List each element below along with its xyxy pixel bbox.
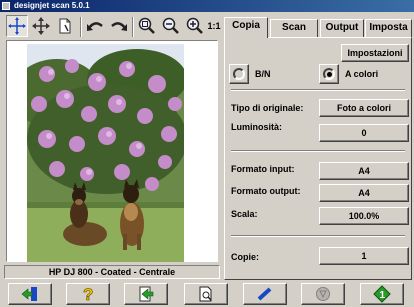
separator [231,235,405,237]
brightness-button[interactable]: 0 [319,124,409,142]
zoom-to-selection-icon [138,17,155,34]
title-bar[interactable]: designjet scan 5.0.1 [0,0,414,12]
help-button[interactable]: ? [66,283,110,305]
scale-label: Scala: [231,209,258,219]
bw-radio[interactable] [229,64,249,84]
svg-text:?: ? [83,285,93,303]
move-icon [32,17,50,35]
printer-status-text: HP DJ 800 - Coated - Centrale [48,267,176,277]
copies-value: 1 [361,251,367,261]
undo-button[interactable] [84,15,106,37]
copy-settings-panel: Impostazioni B/N A colori Tipo di origin… [224,37,412,280]
color-radio[interactable] [319,64,339,84]
color-label: A colori [345,69,379,79]
separator [231,89,405,91]
tab-imposta[interactable]: Imposta [365,19,412,37]
redo-button[interactable] [108,15,130,37]
zoom-in-button[interactable] [184,15,206,37]
move-button[interactable] [30,15,52,37]
brightness-value: 0 [361,128,367,138]
zoom-in-icon [186,17,203,34]
scale-button[interactable]: 100.0% [319,207,409,225]
original-type-label: Tipo di originale: [231,103,304,113]
output-format-value: A4 [358,188,370,198]
line-tool-button[interactable] [243,283,287,305]
output-format-button[interactable]: A4 [319,184,409,202]
scale-value: 100.0% [348,211,380,221]
page-icon [59,18,71,34]
preview-page-icon [199,286,212,302]
tab-output[interactable]: Output [320,19,364,37]
brightness-label: Luminosità: [231,122,282,132]
scan-preview-image [27,44,184,262]
redo-icon [111,22,127,31]
tab-copia[interactable]: Copia [224,17,268,38]
load-scan-icon [139,286,154,302]
toolbar: 1:1 [4,15,222,39]
settings-button[interactable]: Impostazioni [341,44,409,62]
copy-start-icon: 1 [373,285,391,303]
actual-size-button[interactable]: 1:1 [206,15,222,37]
help-icon: ? [83,285,94,303]
svg-text:1: 1 [380,290,386,301]
input-format-value: A4 [358,166,370,176]
bw-label: B/N [255,69,271,79]
zoom-to-selection-button[interactable] [136,15,158,37]
settings-button-label: Impostazioni [347,48,403,58]
tab-label: Imposta [369,22,408,33]
stop-icon [316,287,330,301]
input-format-button[interactable]: A4 [319,162,409,180]
undo-icon [87,22,103,31]
scan-preview-area[interactable] [6,40,218,262]
printer-status-bar: HP DJ 800 - Coated - Centrale [4,265,220,279]
bottom-toolbar: ? 1 [0,282,414,307]
tab-label: Copia [232,20,260,31]
copies-label: Copie: [231,252,259,262]
copies-button[interactable]: 1 [319,247,409,265]
zoom-out-button[interactable] [160,15,182,37]
original-type-value: Foto a colori [337,103,391,113]
window-title: designjet scan 5.0.1 [14,1,90,10]
zoom-out-icon [162,17,179,34]
exit-icon [21,287,37,301]
select-crosshair-button[interactable] [6,15,28,37]
tab-bar: Copia Scan Output Imposta [224,17,412,38]
output-format-label: Formato output: [231,186,301,196]
actual-size-icon: 1:1 [207,21,221,31]
tab-scan[interactable]: Scan [270,19,318,37]
page-button[interactable] [54,15,76,37]
stop-button[interactable] [301,283,345,305]
line-tool-icon [257,287,272,301]
app-icon [2,2,10,10]
select-crosshair-icon [8,17,26,35]
exit-button[interactable] [8,283,52,305]
tab-label: Scan [282,22,306,33]
tab-label: Output [325,22,359,33]
preview-page-button[interactable] [184,283,228,305]
original-type-button[interactable]: Foto a colori [319,99,409,117]
load-scan-button[interactable] [124,283,168,305]
separator [231,150,405,152]
copy-start-button[interactable]: 1 [360,283,404,305]
input-format-label: Formato input: [231,164,295,174]
